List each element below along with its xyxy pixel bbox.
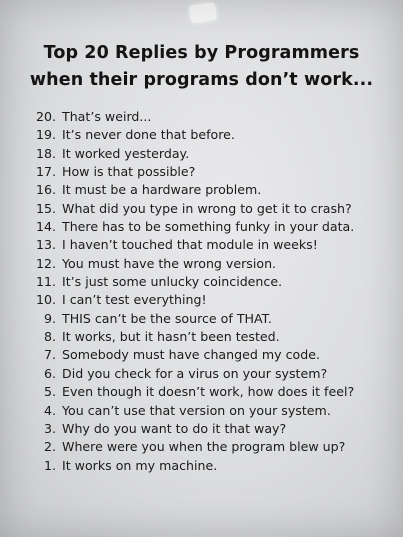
item-number: 13. bbox=[35, 237, 56, 253]
item-number: 1. bbox=[43, 457, 56, 473]
list-item: 3. Why do you want to do it that way? bbox=[0, 420, 403, 438]
item-text: Even though it doesn’t work, how does it… bbox=[62, 384, 355, 400]
item-text: I can’t test everything! bbox=[62, 292, 207, 308]
list-item: 9. THIS can’t be the source of THAT. bbox=[0, 310, 403, 328]
item-number: 2. bbox=[43, 439, 56, 455]
item-number: 3. bbox=[43, 420, 56, 436]
list-item: 8. It works, but it hasn’t been tested. bbox=[0, 328, 403, 346]
item-number: 5. bbox=[43, 384, 56, 400]
title-line-2: when their programs don’t work... bbox=[29, 70, 374, 90]
list-item: 15. What did you type in wrong to get it … bbox=[0, 200, 403, 218]
item-number: 12. bbox=[35, 255, 56, 271]
item-number: 6. bbox=[43, 365, 56, 381]
item-text: THIS can’t be the source of THAT. bbox=[62, 310, 272, 326]
item-text: There has to be something funky in your … bbox=[62, 219, 355, 235]
item-number: 14. bbox=[35, 219, 56, 235]
list-item: 20. That’s weird... bbox=[0, 108, 403, 126]
item-number: 10. bbox=[35, 292, 56, 308]
item-number: 17. bbox=[35, 164, 56, 180]
list-item: 11. It’s just some unlucky coincidence. bbox=[0, 273, 403, 291]
tape-piece bbox=[188, 2, 218, 24]
item-text: That’s weird... bbox=[62, 109, 152, 124]
list-item: 14. There has to be something funky in yo… bbox=[0, 218, 403, 236]
list-item: 18. It worked yesterday. bbox=[0, 145, 403, 163]
item-text: Did you check for a virus on your system… bbox=[62, 365, 328, 381]
item-number: 19. bbox=[35, 127, 56, 143]
item-text: You can’t use that version on your syste… bbox=[62, 402, 331, 418]
item-text: It’s never done that before. bbox=[62, 127, 235, 143]
item-text: Somebody must have changed my code. bbox=[62, 347, 320, 363]
item-text: It’s just some unlucky coincidence. bbox=[62, 274, 283, 290]
item-text: You must have the wrong version. bbox=[62, 255, 277, 271]
paper-sheet: Top 20 Replies by Programmers when their… bbox=[0, 0, 403, 537]
list-item: 12. You must have the wrong version. bbox=[0, 255, 403, 273]
item-text: Where were you when the program blew up? bbox=[62, 439, 346, 455]
item-text: What did you type in wrong to get it to … bbox=[62, 200, 352, 216]
item-text: I haven’t touched that module in weeks! bbox=[62, 237, 318, 253]
item-text: It must be a hardware problem. bbox=[62, 182, 262, 198]
list-item: 2. Where were you when the program blew u… bbox=[0, 438, 403, 456]
item-number: 9. bbox=[43, 310, 56, 326]
list-item: 7. Somebody must have changed my code. bbox=[0, 346, 403, 364]
item-text: It works, but it hasn’t been tested. bbox=[62, 329, 280, 345]
list-item: 13. I haven’t touched that module in week… bbox=[0, 236, 403, 254]
item-number: 4. bbox=[43, 402, 56, 418]
item-number: 8. bbox=[43, 329, 56, 345]
page-title: Top 20 Replies by Programmers when their… bbox=[0, 40, 403, 94]
item-number: 16. bbox=[35, 182, 56, 198]
item-text: It works on my machine. bbox=[62, 457, 218, 473]
item-number: 7. bbox=[43, 347, 56, 363]
list-item: 1. It works on my machine. bbox=[0, 457, 403, 475]
item-text: How is that possible? bbox=[62, 164, 196, 180]
list-item: 6. Did you check for a virus on your syst… bbox=[0, 365, 403, 383]
item-number: 15. bbox=[35, 200, 56, 216]
item-number: 18. bbox=[35, 145, 56, 161]
item-number: 11. bbox=[35, 274, 56, 290]
list-item: 19. It’s never done that before. bbox=[0, 126, 403, 144]
list-item: 5. Even though it doesn’t work, how does … bbox=[0, 383, 403, 401]
list-item: 10. I can’t test everything! bbox=[0, 291, 403, 309]
list-item: 16. It must be a hardware problem. bbox=[0, 181, 403, 199]
replies-list: 20. That’s weird... 19. It’s never done th… bbox=[0, 108, 403, 475]
item-number: 20. bbox=[35, 109, 56, 124]
item-text: It worked yesterday. bbox=[62, 145, 190, 161]
list-item: 4. You can’t use that version on your sys… bbox=[0, 402, 403, 420]
item-text: Why do you want to do it that way? bbox=[62, 420, 287, 436]
title-line-1: Top 20 Replies by Programmers bbox=[43, 43, 360, 63]
list-item: 17. How is that possible? bbox=[0, 163, 403, 181]
